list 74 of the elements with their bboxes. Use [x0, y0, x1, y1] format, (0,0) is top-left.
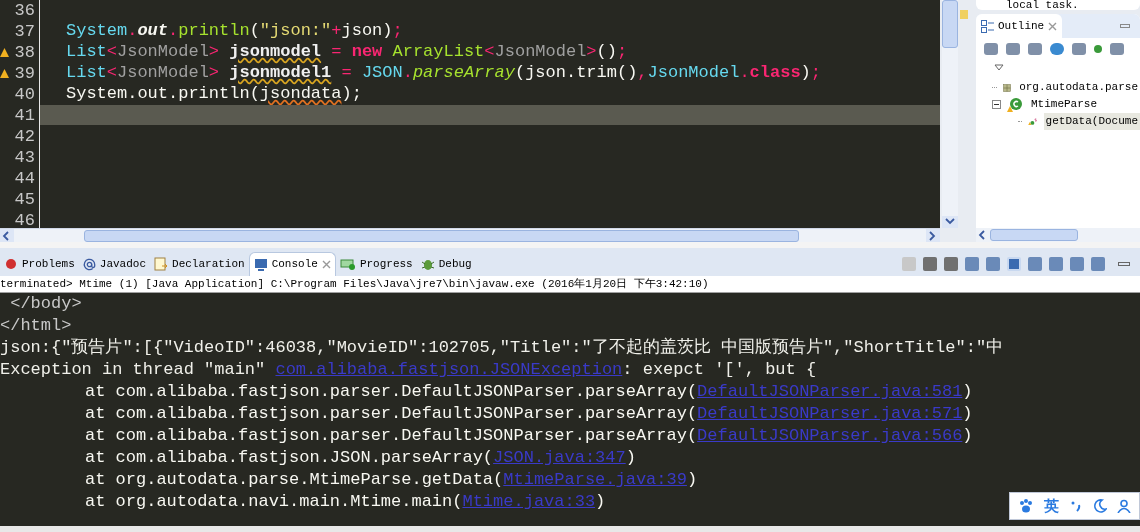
line-number: 46 [14, 210, 35, 231]
code-line: System.out.println(jsondata); [66, 83, 362, 106]
console-text: ) [625, 447, 636, 470]
console-text: at org.autodata.navi.main.Mtime.main( [85, 491, 463, 514]
marker-icon [960, 10, 968, 19]
code-line: System.out.println("json:"+json); [66, 20, 403, 43]
line-number: 42 [14, 126, 35, 147]
class-icon [1007, 96, 1023, 113]
bug-icon [420, 257, 435, 271]
scrollbar-thumb[interactable] [942, 0, 958, 48]
minimize-icon[interactable] [1118, 262, 1130, 266]
console-text: </html> [0, 315, 72, 338]
scroll-right-icon[interactable] [928, 230, 938, 241]
scrollbar-thumb[interactable] [990, 229, 1078, 241]
at-sign-icon [82, 257, 96, 271]
line-number: 41 [14, 105, 35, 126]
line-number: 45 [14, 189, 35, 210]
process-status: terminated> Mtime (1) [Java Application] C:\Program Files\Java\jre7\bin\javaw.exe (2016年1月20日 下午3:42:10) [0, 276, 709, 292]
console-text: ) [686, 469, 698, 492]
console-text: ) [595, 491, 606, 514]
console-text: Exception in thread "main" [0, 359, 267, 382]
scroll-down-icon[interactable] [945, 217, 955, 227]
input-mode-toggle[interactable]: 英 [1044, 494, 1059, 518]
horizontal-scrollbar[interactable] [0, 228, 940, 242]
scroll-left-icon[interactable] [2, 230, 12, 241]
panel-tab[interactable]: Console [248, 252, 336, 276]
line-number: 44 [14, 168, 35, 189]
console-text: at com.alibaba.fastjson.parser.DefaultJSONParser.parseArray( [85, 403, 698, 426]
console-text: ) [962, 425, 973, 448]
collapse-toggle[interactable] [992, 100, 1001, 109]
scroll-left-icon[interactable] [978, 230, 988, 240]
outline-tab[interactable]: Outline [976, 14, 1063, 38]
panel-tab[interactable]: Debug [416, 252, 476, 276]
line-number: 38 [14, 42, 35, 63]
punctuation-icon[interactable] [1069, 499, 1083, 513]
monitor-icon [253, 257, 268, 272]
console-text: </body> [9, 293, 82, 316]
line-number: 43 [14, 147, 35, 168]
console-text: at com.alibaba.fastjson.parser.DefaultJSONParser.parseArray( [85, 381, 698, 404]
close-icon[interactable] [321, 260, 331, 269]
scrollbar-thumb[interactable] [84, 229, 799, 242]
console-text: ) [962, 403, 973, 426]
horizontal-scrollbar[interactable] [976, 228, 1140, 242]
panel-tab[interactable]: Javadoc [78, 252, 151, 276]
moon-icon[interactable] [1093, 499, 1107, 513]
task-text: local task. [1005, 0, 1079, 10]
document-icon [154, 257, 169, 271]
outline-icon [981, 19, 994, 33]
vertical-scrollbar[interactable] [942, 0, 958, 228]
panel-tab[interactable]: Declaration [150, 252, 249, 276]
outline-item[interactable]: MtimeParse [1029, 96, 1099, 113]
line-number: 39 [14, 63, 35, 84]
code-line: List<JsonModel> jsonmodel1 = JSON.parseArray(json.trim(),JsonModel.class); [66, 62, 821, 85]
progress-icon [339, 257, 356, 271]
line-number: 37 [14, 21, 35, 42]
paw-icon[interactable] [1018, 498, 1034, 514]
code-line: List<JsonModel> jsonmodel = new ArrayList<JsonModel>(); [66, 41, 628, 64]
panel-tab[interactable]: Progress [335, 252, 417, 276]
line-number: 40 [14, 84, 35, 105]
minimize-icon[interactable] [1120, 24, 1130, 28]
console-text: json:{"预告片":[{"VideoID":46038,"MovieID":102705,"Title":"了不起的盖茨比 中国版预告片","ShortTitle":"中 [0, 336, 1004, 360]
user-icon[interactable] [1117, 499, 1131, 513]
close-icon[interactable] [1048, 21, 1058, 31]
view-menu-icon[interactable] [994, 64, 1004, 71]
console-text: at com.alibaba.fastjson.parser.DefaultJSONParser.parseArray( [85, 425, 698, 448]
console-text: at com.alibaba.fastjson.JSON.parseArray( [85, 447, 494, 470]
console-text: : exepct '[', but { [622, 359, 817, 382]
outline-item[interactable]: org.autodata.parse [1017, 79, 1140, 96]
console-text: at org.autodata.parse.MtimeParse.getData( [85, 469, 504, 492]
panel-tab[interactable]: Problems [0, 252, 79, 276]
error-icon [4, 257, 18, 271]
console-text: ) [962, 381, 973, 404]
line-number: 36 [14, 0, 35, 21]
outline-item[interactable]: getData(Docume [1043, 113, 1140, 130]
